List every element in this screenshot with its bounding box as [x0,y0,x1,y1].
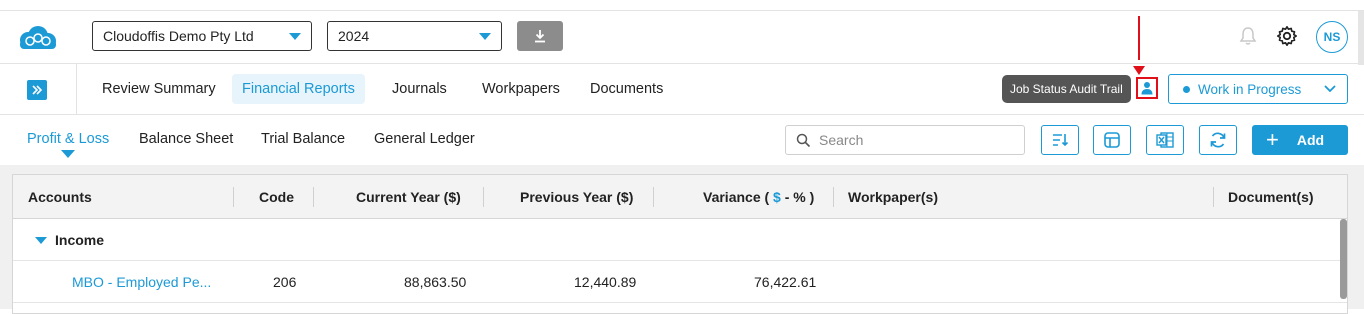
double-chevron-right-icon [32,85,43,95]
header-accounts[interactable]: Accounts [28,189,92,205]
add-button[interactable]: + Add [1252,125,1348,155]
tab-documents[interactable]: Documents [580,74,673,104]
column-divider[interactable] [833,187,834,207]
chevron-down-icon [479,32,491,40]
excel-icon [1156,132,1174,148]
header-previous-year[interactable]: Previous Year ($) [520,189,633,205]
report-subnav: Profit & Loss Balance Sheet Trial Balanc… [0,115,1364,165]
main-nav: Review Summary Financial Reports Journal… [0,64,1364,115]
variance-prefix: Variance ( [703,189,770,205]
header-code[interactable]: Code [259,189,294,205]
search-input[interactable] [819,132,1009,148]
table-header: Accounts Code Current Year ($) Previous … [13,175,1347,219]
nav-divider [76,64,77,115]
active-tab-caret-icon [61,150,75,158]
notification-bell-icon[interactable] [1237,25,1259,47]
chevron-down-icon [289,32,301,40]
search-icon [796,133,811,147]
code-cell: 206 [273,274,297,290]
header-current-year[interactable]: Current Year ($) [356,189,461,205]
header-workpapers[interactable]: Workpaper(s) [848,189,938,205]
tab-review-summary[interactable]: Review Summary [92,74,226,104]
refresh-button[interactable] [1199,125,1237,155]
add-button-label: Add [1296,132,1325,148]
header-variance[interactable]: Variance ( $ - % ) [703,189,814,205]
previous-year-cell: 12,440.89 [574,274,637,290]
export-excel-button[interactable] [1146,125,1184,155]
window-edge [1358,11,1364,65]
collapse-caret-icon[interactable] [35,237,47,244]
job-status-tooltip: Job Status Audit Trail [1002,75,1131,103]
columns-layout-button[interactable] [1093,125,1131,155]
sort-button[interactable] [1041,125,1079,155]
tab-general-ledger[interactable]: General Ledger [374,131,475,147]
user-avatar[interactable]: NS [1316,21,1348,53]
search-box [785,125,1025,155]
job-status-audit-trail-button[interactable] [1136,77,1158,99]
group-label: Income [55,232,105,248]
year-select-value: 2024 [338,28,370,44]
variance-suffix: - % ) [784,189,815,205]
table-row[interactable]: MBO - Employed Pe... 206 88,863.50 12,44… [13,261,1347,303]
company-select[interactable]: Cloudoffis Demo Pty Ltd [92,21,312,51]
sort-icon [1053,134,1069,147]
refresh-icon [1210,132,1226,148]
current-year-cell: 88,863.50 [404,274,467,290]
account-link[interactable]: MBO - Employed Pe... [72,274,211,290]
column-divider[interactable] [483,187,484,207]
column-divider[interactable] [1213,187,1214,207]
plus-icon: + [1266,127,1279,152]
top-bar: Cloudoffis Demo Pty Ltd 2024 NS [0,10,1364,65]
column-divider[interactable] [653,187,654,207]
tab-trial-balance[interactable]: Trial Balance [261,131,345,147]
chevron-down-icon [1324,85,1336,93]
tab-financial-reports[interactable]: Financial Reports [232,74,365,104]
variance-dollar-toggle[interactable]: $ [773,189,781,205]
column-divider[interactable] [233,187,234,207]
expand-sidebar-button[interactable] [27,80,47,100]
tab-workpapers[interactable]: Workpapers [472,74,570,104]
year-select[interactable]: 2024 [327,21,502,51]
annotation-arrow-head [1133,66,1145,75]
download-button[interactable] [517,21,563,51]
annotation-arrow-line [1138,16,1140,60]
header-documents[interactable]: Document(s) [1228,189,1314,205]
person-icon [1141,82,1153,95]
table-scrollbar[interactable] [1340,219,1347,299]
layout-icon [1104,132,1120,148]
group-row-income[interactable]: Income [13,219,1347,261]
tab-balance-sheet[interactable]: Balance Sheet [139,131,233,147]
tab-profit-loss[interactable]: Profit & Loss [27,131,109,147]
download-icon [535,30,545,43]
tab-journals[interactable]: Journals [382,74,457,104]
gear-icon[interactable] [1276,25,1298,47]
cloudoffis-logo[interactable] [14,25,60,51]
job-status-value: Work in Progress [1198,81,1302,97]
accounts-table: Accounts Code Current Year ($) Previous … [12,174,1348,314]
column-divider[interactable] [313,187,314,207]
status-dot-icon [1183,85,1190,93]
job-status-select[interactable]: Work in Progress [1168,74,1348,104]
variance-cell: 76,422.61 [754,274,817,290]
company-select-value: Cloudoffis Demo Pty Ltd [103,28,254,44]
